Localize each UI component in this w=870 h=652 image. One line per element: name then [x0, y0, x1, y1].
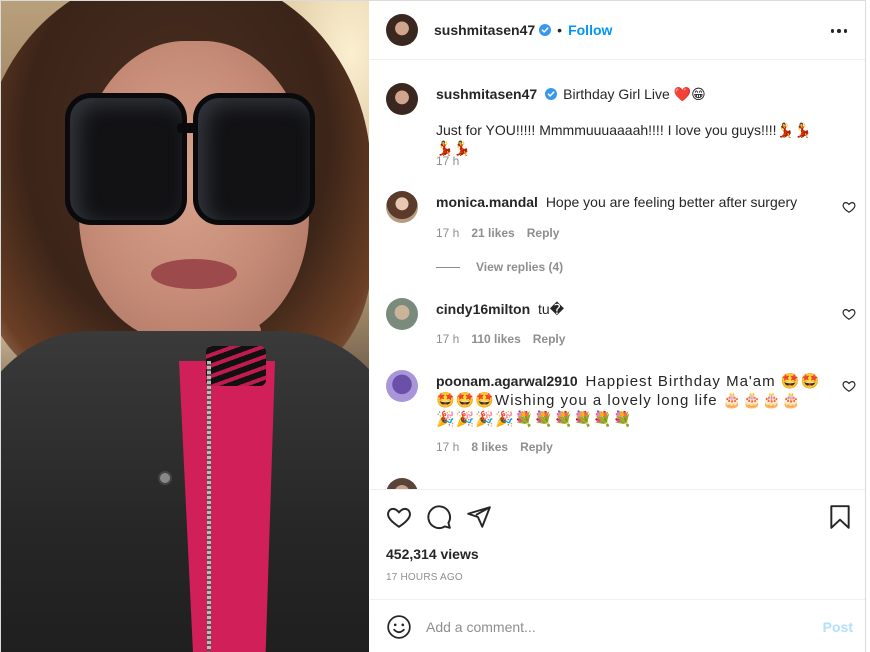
comment-item: poonam.agarwal2910 Happiest Birthday Ma'…	[386, 370, 856, 470]
more-options-icon[interactable]	[827, 19, 851, 43]
post-header: sushmitasen47 • Follow	[370, 1, 865, 60]
sunglasses	[65, 93, 315, 233]
caption-username[interactable]: sushmitasen47	[436, 86, 537, 102]
post-sidebar: sushmitasen47 • Follow sushmitasen47 Birt…	[370, 1, 865, 652]
striped-collar	[206, 346, 266, 386]
comment-item: monica.mandal Hope you are feeling bette…	[386, 191, 856, 281]
comment-item: cindy16milton tu� 17 h 110 likes Reply	[386, 298, 856, 358]
comment-input[interactable]	[426, 616, 806, 637]
reply-button[interactable]: Reply	[527, 226, 560, 240]
comment-likes[interactable]: 110 likes	[471, 332, 520, 346]
comment-likes[interactable]: 21 likes	[471, 226, 514, 240]
caption-title: Birthday Girl Live ❤️😁	[563, 86, 706, 102]
comment-meta: 17 h 21 likes Reply	[436, 226, 559, 240]
post-comment-button[interactable]: Post	[823, 619, 853, 635]
separator-dot: •	[557, 22, 563, 38]
paper-plane-icon[interactable]	[466, 504, 492, 530]
commenter-username[interactable]: poonam.agarwal2910	[436, 373, 578, 389]
bookmark-icon[interactable]	[827, 504, 853, 530]
comment-time[interactable]: 17 h	[436, 440, 459, 454]
dot	[837, 29, 841, 33]
caption-time[interactable]: 17 h	[436, 154, 459, 168]
post-timestamp[interactable]: 17 HOURS AGO	[386, 572, 463, 583]
commenter-avatar[interactable]	[386, 478, 418, 489]
comment-text: cindy16milton tu�	[436, 300, 827, 318]
view-count[interactable]: 452,314 views	[386, 546, 479, 562]
caption-meta: 17 h	[436, 154, 459, 168]
commenter-username[interactable]: monica.mandal	[436, 194, 538, 210]
comment-meta: 17 h 110 likes Reply	[436, 332, 565, 346]
commenter-avatar[interactable]	[386, 370, 418, 402]
shirt-shape	[179, 361, 275, 652]
verified-badge-icon	[545, 88, 558, 100]
owner-avatar[interactable]	[386, 14, 418, 46]
smiley-icon[interactable]	[386, 614, 412, 640]
comment-likes[interactable]: 8 likes	[471, 440, 508, 454]
dot	[843, 29, 848, 33]
owner-info: sushmitasen47 • Follow	[434, 22, 612, 38]
caption-avatar[interactable]	[386, 83, 418, 115]
comment-text: poonam.agarwal2910 Happiest Birthday Ma'…	[436, 372, 821, 429]
commenter-username[interactable]: cindy16milton	[436, 301, 530, 317]
view-replies-label: View replies (4)	[476, 260, 564, 274]
reply-button[interactable]: Reply	[533, 332, 566, 346]
commenter-avatar[interactable]	[386, 191, 418, 223]
jacket-button	[158, 471, 172, 485]
comment-meta: 17 h 8 likes Reply	[436, 440, 553, 454]
follow-button[interactable]: Follow	[568, 22, 612, 38]
caption: sushmitasen47 Birthday Girl Live ❤️😁 Just…	[386, 83, 851, 173]
comment-time[interactable]: 17 h	[436, 332, 459, 346]
verified-badge-icon	[539, 24, 552, 36]
action-bar: 452,314 views 17 HOURS AGO	[370, 489, 865, 599]
owner-username[interactable]: sushmitasen47	[434, 22, 535, 38]
add-comment-bar: Post	[370, 599, 865, 652]
replies-line	[436, 266, 460, 268]
right-lens	[193, 93, 315, 225]
caption-body: Just for YOU!!!!! Mmmmuuuaaaah!!!! I lov…	[436, 122, 812, 156]
commenter-avatar[interactable]	[386, 298, 418, 330]
like-comment-heart-icon[interactable]	[842, 379, 856, 393]
comments-list[interactable]: sushmitasen47 Birthday Girl Live ❤️😁 Just…	[370, 61, 865, 489]
comment-item-partial	[386, 478, 851, 489]
comment-text: monica.mandal Hope you are feeling bette…	[436, 193, 827, 211]
comment-body: tu�	[538, 301, 565, 317]
zipper-shape	[207, 361, 211, 651]
like-comment-heart-icon[interactable]	[842, 200, 856, 214]
reply-button[interactable]: Reply	[520, 440, 553, 454]
like-comment-heart-icon[interactable]	[842, 307, 856, 321]
heart-icon[interactable]	[386, 504, 412, 530]
comment-body: Hope you are feeling better after surger…	[545, 194, 798, 210]
caption-text: sushmitasen47 Birthday Girl Live ❤️😁 Just…	[436, 85, 827, 157]
dot	[830, 29, 835, 33]
post-video[interactable]	[1, 1, 369, 652]
view-replies-button[interactable]: View replies (4)	[436, 260, 563, 274]
comment-bubble-icon[interactable]	[426, 504, 452, 530]
post-dialog: sushmitasen47 • Follow sushmitasen47 Birt…	[0, 0, 866, 652]
left-lens	[65, 93, 187, 225]
lips-shape	[151, 259, 237, 289]
comment-time[interactable]: 17 h	[436, 226, 459, 240]
